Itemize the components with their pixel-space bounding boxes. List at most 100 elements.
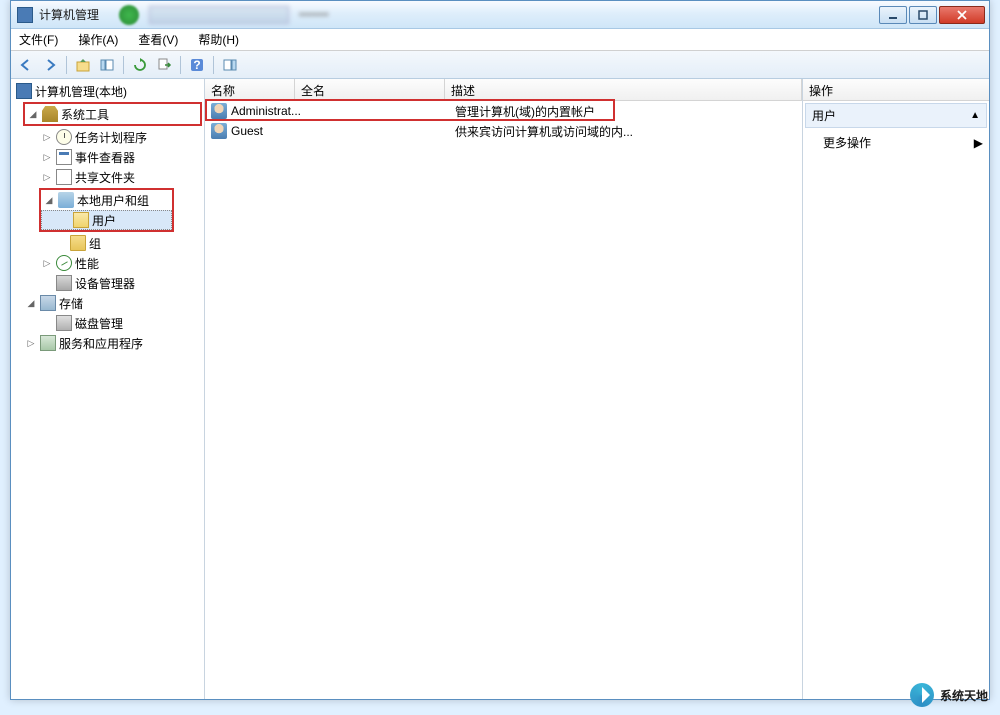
tree-storage[interactable]: ◢ 存储 <box>11 293 204 313</box>
tree-event-viewer[interactable]: ▷ 事件查看器 <box>11 147 204 167</box>
tree-services-apps[interactable]: ▷ 服务和应用程序 <box>11 333 204 353</box>
event-icon <box>56 149 72 165</box>
list-body: Administrat... 管理计算机(域)的内置帐户 Guest 供来宾访问… <box>205 101 802 699</box>
column-fullname[interactable]: 全名 <box>295 79 445 100</box>
tree-root-label: 计算机管理(本地) <box>35 83 127 100</box>
refresh-button[interactable] <box>129 54 151 76</box>
tree-users-label: 用户 <box>92 212 116 229</box>
expand-icon[interactable]: ▷ <box>25 338 37 349</box>
tree-services-apps-label: 服务和应用程序 <box>59 335 143 352</box>
show-hide-tree-button[interactable] <box>96 54 118 76</box>
menu-action[interactable]: 操作(A) <box>74 29 122 50</box>
tree-local-users-groups-label: 本地用户和组 <box>77 192 149 209</box>
maximize-button[interactable] <box>909 6 937 24</box>
watermark: 系统天地 <box>910 683 988 707</box>
storage-icon <box>40 295 56 311</box>
body-area: 计算机管理(本地) ◢ 系统工具 ▷ 任务计划程序 ▷ <box>11 79 989 699</box>
tree-device-manager-label: 设备管理器 <box>75 275 135 292</box>
tree-storage-label: 存储 <box>59 295 83 312</box>
back-button[interactable] <box>15 54 37 76</box>
forward-button[interactable] <box>39 54 61 76</box>
tree-root[interactable]: 计算机管理(本地) <box>11 81 204 101</box>
list-row-guest[interactable]: Guest 供来宾访问计算机或访问域的内... <box>205 121 802 141</box>
minimize-button[interactable] <box>879 6 907 24</box>
action-pane-button[interactable] <box>219 54 241 76</box>
collapse-icon: ▲ <box>970 110 980 121</box>
up-button[interactable] <box>72 54 94 76</box>
tree-event-viewer-label: 事件查看器 <box>75 149 135 166</box>
cell-description: 管理计算机(域)的内置帐户 <box>449 103 802 120</box>
globe-icon <box>910 683 934 707</box>
tree-device-manager[interactable]: 设备管理器 <box>11 273 204 293</box>
expand-icon[interactable]: ◢ <box>43 195 55 206</box>
actions-header: 操作 <box>803 79 989 101</box>
expand-icon[interactable]: ◢ <box>27 109 39 120</box>
list-panel: 名称 全名 描述 Administrat... 管理计算机(域)的内置帐户 G <box>205 79 803 699</box>
share-icon <box>56 169 72 185</box>
expand-icon[interactable]: ▷ <box>41 132 53 143</box>
user-icon <box>211 103 227 119</box>
tree-task-scheduler[interactable]: ▷ 任务计划程序 <box>11 127 204 147</box>
users-group-icon <box>58 192 74 208</box>
background-window-2: ▪▪▪▪▪▪▪ <box>299 7 419 23</box>
disk-icon <box>56 315 72 331</box>
column-description[interactable]: 描述 <box>445 79 802 100</box>
tree-performance-label: 性能 <box>75 255 99 272</box>
tree-groups-label: 组 <box>89 235 101 252</box>
expand-icon[interactable]: ▷ <box>41 258 53 269</box>
actions-section[interactable]: 用户 ▲ <box>805 103 987 128</box>
computer-icon <box>16 83 32 99</box>
tree-disk-management[interactable]: 磁盘管理 <box>11 313 204 333</box>
tree-system-tools[interactable]: ◢ 系统工具 <box>25 104 200 124</box>
svg-text:?: ? <box>193 58 200 72</box>
tree-performance[interactable]: ▷ 性能 <box>11 253 204 273</box>
tree-task-scheduler-label: 任务计划程序 <box>75 129 147 146</box>
actions-more-label: 更多操作 <box>823 134 871 151</box>
menu-view[interactable]: 查看(V) <box>134 29 182 50</box>
help-button[interactable]: ? <box>186 54 208 76</box>
tree-users[interactable]: 用户 <box>41 210 172 230</box>
tree-system-tools-label: 系统工具 <box>61 106 109 123</box>
tree-shared-folders-label: 共享文件夹 <box>75 169 135 186</box>
expand-icon[interactable]: ◢ <box>25 298 37 309</box>
cell-description: 供来宾访问计算机或访问域的内... <box>449 123 802 140</box>
user-icon <box>211 123 227 139</box>
app-icon <box>17 7 33 23</box>
menu-help[interactable]: 帮助(H) <box>194 29 243 50</box>
tools-icon <box>42 106 58 122</box>
menubar: 文件(F) 操作(A) 查看(V) 帮助(H) <box>11 29 989 51</box>
actions-panel: 操作 用户 ▲ 更多操作 ▶ <box>803 79 989 699</box>
clock-icon <box>56 129 72 145</box>
chevron-right-icon: ▶ <box>974 136 983 150</box>
performance-icon <box>56 255 72 271</box>
folder-icon <box>70 235 86 251</box>
cell-name: Administrat... <box>231 104 301 118</box>
column-name[interactable]: 名称 <box>205 79 295 100</box>
main-window: 计算机管理 ▪▪▪▪▪▪▪ 文件(F) 操作(A) 查看(V) 帮助(H) ? <box>10 0 990 700</box>
folder-open-icon <box>73 212 89 228</box>
list-header: 名称 全名 描述 <box>205 79 802 101</box>
tree-groups[interactable]: 组 <box>11 233 204 253</box>
menu-file[interactable]: 文件(F) <box>15 29 62 50</box>
watermark-text: 系统天地 <box>940 687 988 704</box>
tree-panel: 计算机管理(本地) ◢ 系统工具 ▷ 任务计划程序 ▷ <box>11 79 205 699</box>
device-icon <box>56 275 72 291</box>
tree-shared-folders[interactable]: ▷ 共享文件夹 <box>11 167 204 187</box>
background-window-1 <box>149 6 289 24</box>
tree-disk-management-label: 磁盘管理 <box>75 315 123 332</box>
titlebar: 计算机管理 ▪▪▪▪▪▪▪ <box>11 1 989 29</box>
actions-section-label: 用户 <box>812 107 836 124</box>
window-controls <box>879 6 985 24</box>
expand-icon[interactable]: ▷ <box>41 152 53 163</box>
window-title: 计算机管理 <box>39 6 99 23</box>
export-button[interactable] <box>153 54 175 76</box>
service-icon <box>40 335 56 351</box>
list-row-administrator[interactable]: Administrat... 管理计算机(域)的内置帐户 <box>205 101 802 121</box>
background-app-icon <box>119 5 139 25</box>
expand-icon[interactable]: ▷ <box>41 172 53 183</box>
close-button[interactable] <box>939 6 985 24</box>
cell-name: Guest <box>231 124 263 138</box>
toolbar: ? <box>11 51 989 79</box>
tree-local-users-groups[interactable]: ◢ 本地用户和组 <box>41 190 172 210</box>
actions-more[interactable]: 更多操作 ▶ <box>803 130 989 155</box>
